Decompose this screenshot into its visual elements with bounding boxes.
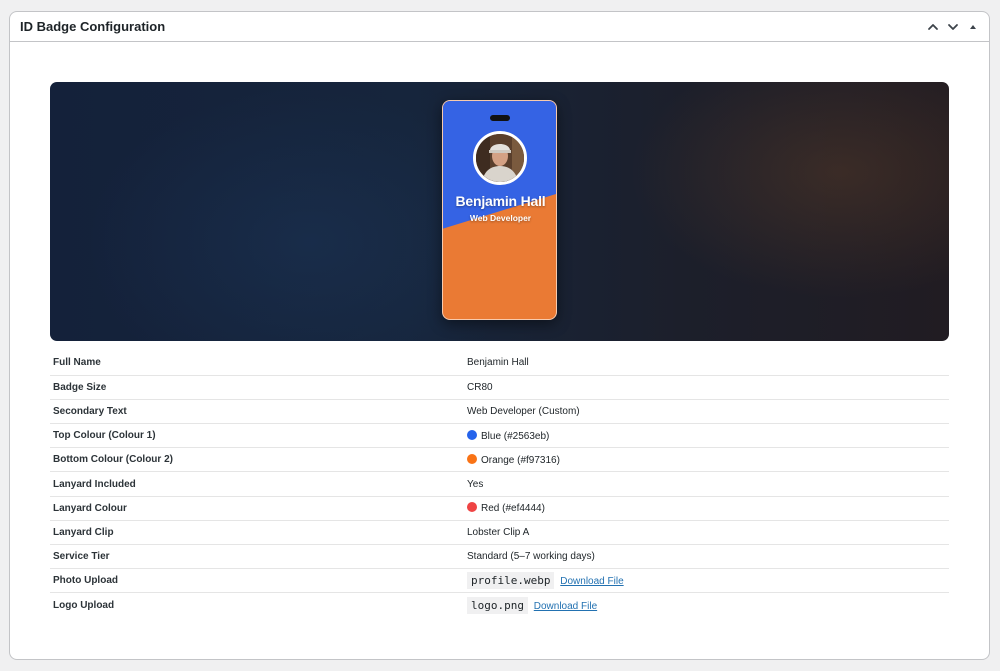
table-row: Photo Upload profile.webp Download File [50,569,949,593]
colour-swatch [467,453,477,464]
download-logo-link[interactable]: Download File [534,601,597,612]
table-row: Full Name Benjamin Hall [50,351,949,376]
row-label: Logo Upload [53,599,115,611]
row-value: CR80 [467,381,493,393]
row-label: Badge Size [53,381,107,393]
panel-content: Benjamin Hall Web Developer Full Name Be… [50,82,949,617]
panel-title: ID Badge Configuration [20,19,166,34]
row-value: Orange (#f97316) [481,454,560,466]
toggle-panel-button[interactable] [965,17,981,37]
panel-header: ID Badge Configuration [10,12,989,42]
id-badge: Benjamin Hall Web Developer [442,100,557,320]
panel-actions [925,17,981,37]
row-label: Photo Upload [53,575,118,587]
file-name: logo.png [467,596,528,614]
row-label: Full Name [53,357,101,369]
table-row: Bottom Colour (Colour 2) Orange (#f97316… [50,448,949,472]
table-row: Secondary Text Web Developer (Custom) [50,399,949,424]
row-label: Lanyard Colour [53,502,127,514]
row-label: Lanyard Clip [53,526,114,538]
table-row: Logo Upload logo.png Download File [50,593,949,617]
table-row: Lanyard Colour Red (#ef4444) [50,496,949,521]
row-value: Lobster Clip A [467,526,530,538]
lanyard-slot [490,115,510,121]
triangle-up-icon [970,24,976,29]
badge-preview: Benjamin Hall Web Developer [50,82,949,341]
table-row: Service Tier Standard (5–7 working days) [50,545,949,569]
row-label: Lanyard Included [53,478,136,490]
badge-name: Benjamin Hall [455,193,546,209]
badge-role: Web Developer [469,213,532,223]
row-value: Red (#ef4444) [481,503,545,515]
row-label: Bottom Colour (Colour 2) [53,454,173,466]
row-value: Standard (5–7 working days) [467,551,595,563]
row-label: Top Colour (Colour 1) [53,430,156,442]
row-label: Secondary Text [53,405,127,417]
colour-swatch [467,429,477,440]
table-row: Top Colour (Colour 1) Blue (#2563eb) [50,424,949,448]
table-row: Lanyard Included Yes [50,472,949,497]
row-value: Web Developer (Custom) [467,405,580,417]
profile-photo [476,134,524,182]
file-name: profile.webp [467,572,555,590]
row-value: Benjamin Hall [467,357,529,369]
avatar [473,131,527,185]
move-down-button[interactable] [945,17,961,37]
download-photo-link[interactable]: Download File [560,576,623,587]
details-table: Full Name Benjamin Hall Badge Size CR80 … [50,351,949,617]
colour-swatch [467,502,477,513]
row-value: Blue (#2563eb) [481,430,550,442]
row-label: Service Tier [53,551,110,563]
chevron-up-icon [928,23,938,30]
move-up-button[interactable] [925,17,941,37]
table-row: Badge Size CR80 [50,375,949,400]
badge-config-panel: ID Badge Configuration Benjamin Hall Web… [9,11,990,660]
table-row: Lanyard Clip Lobster Clip A [50,520,949,545]
chevron-down-icon [948,23,958,30]
row-value: Yes [467,478,484,490]
